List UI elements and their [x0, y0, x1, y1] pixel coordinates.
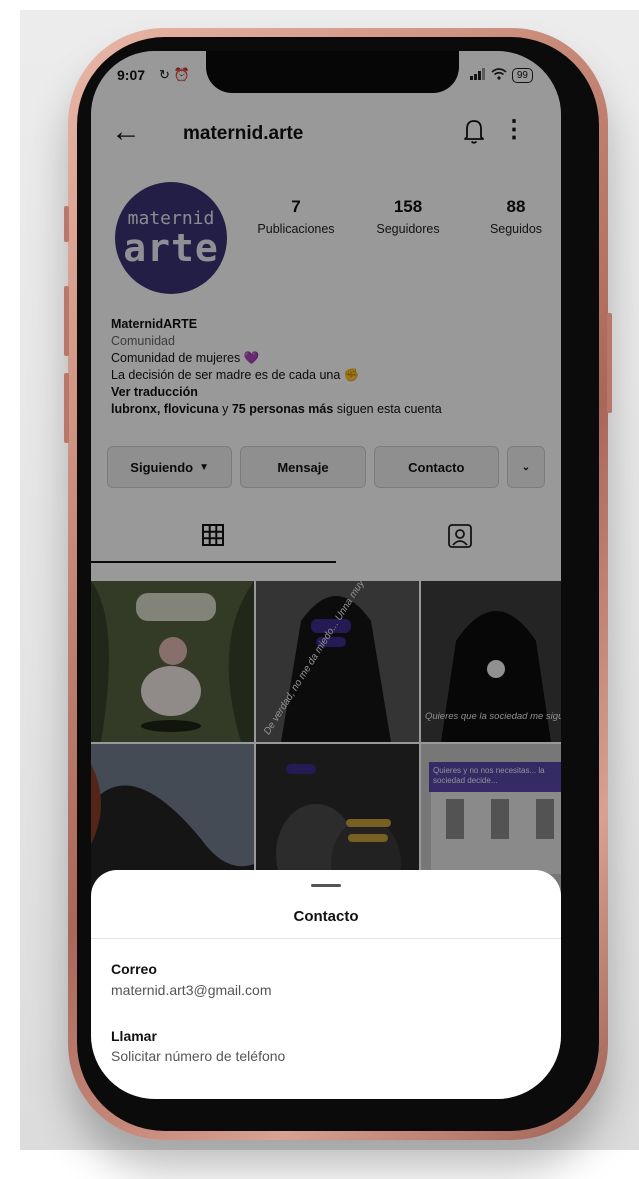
- side-button: [64, 206, 69, 242]
- power-button: [607, 313, 612, 413]
- call-value: Solicitar número de teléfono: [111, 1048, 286, 1064]
- contact-bottom-sheet: Contacto Correo maternid.art3@gmail.com …: [91, 870, 561, 1099]
- side-button: [64, 286, 69, 356]
- phone-frame: 9:07 ↻ ⏰ 99 ← maternid.arte ⋮ maternid a…: [64, 28, 612, 1140]
- email-label: Correo: [111, 961, 157, 977]
- sheet-title: Contacto: [293, 908, 359, 925]
- screen: 9:07 ↻ ⏰ 99 ← maternid.arte ⋮ maternid a…: [91, 51, 561, 1099]
- call-label: Llamar: [111, 1028, 157, 1044]
- email-value: maternid.art3@gmail.com: [111, 982, 272, 998]
- sheet-drag-handle[interactable]: [311, 884, 341, 887]
- side-button: [64, 373, 69, 443]
- divider: [91, 938, 561, 939]
